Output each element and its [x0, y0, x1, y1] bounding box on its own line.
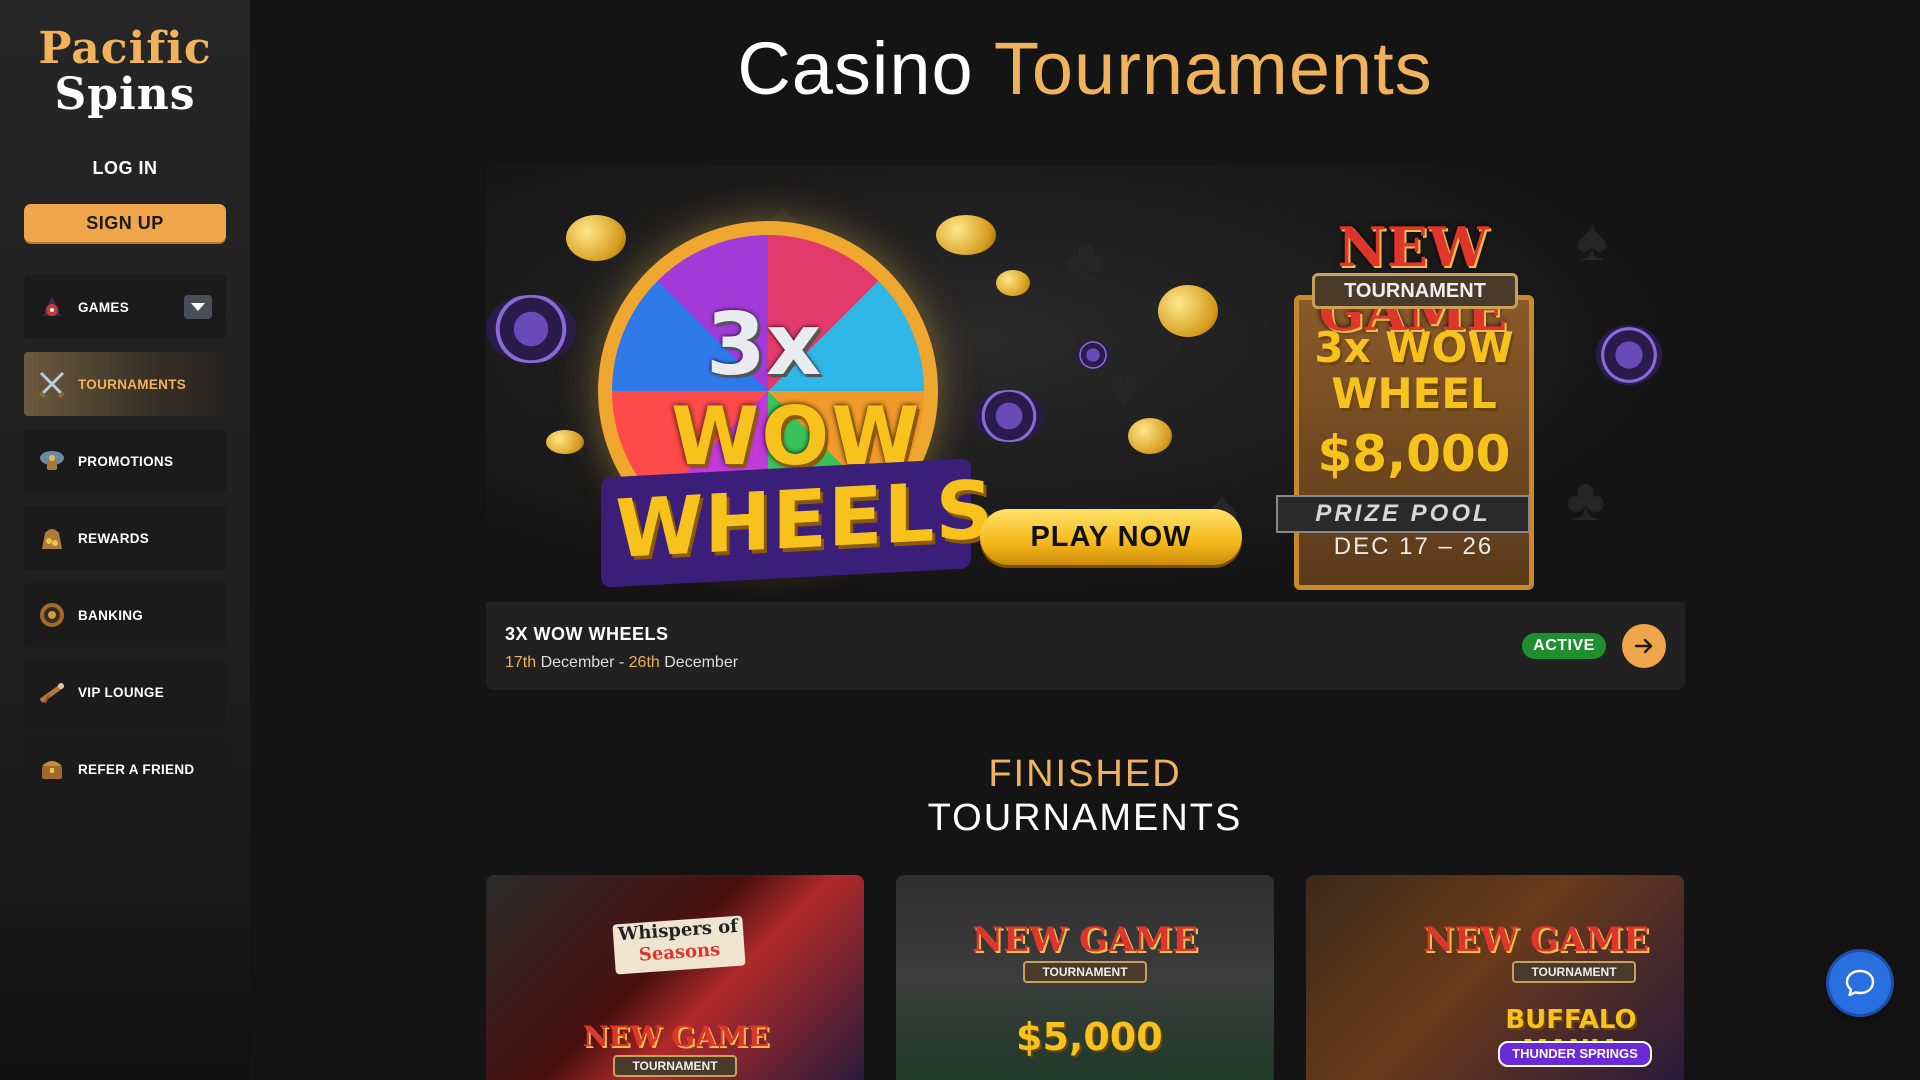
- start-month: December: [540, 654, 615, 671]
- featured-tournament-card[interactable]: ♠ ♣ ♥ ♠ ♣ ♠ 3x WOW WHEELS PLAY NOW NEW G…: [486, 165, 1685, 690]
- finished-tournaments-heading: FINISHED TOURNAMENTS: [250, 752, 1920, 840]
- open-tournament-button[interactable]: [1622, 624, 1666, 668]
- poker-chip-icon: [1076, 341, 1110, 369]
- sidebar-item-vip-lounge[interactable]: VIP LOUNGE: [24, 660, 226, 724]
- chat-bubble-icon: [1845, 969, 1875, 997]
- banner-game-name: 3x WOW WHEEL: [1294, 325, 1534, 417]
- play-now-button[interactable]: PLAY NOW: [980, 509, 1242, 565]
- banner-wheel-wheels: WHEELS: [615, 463, 995, 576]
- date-separator: -: [618, 654, 625, 671]
- spyglass-icon: [36, 676, 68, 708]
- login-link[interactable]: LOG IN: [0, 158, 250, 179]
- brand-logo-line1: Pacific: [38, 23, 212, 74]
- card-game-logo: Whispers of Seasons: [612, 915, 746, 975]
- sidebar-item-banking[interactable]: BANKING: [24, 583, 226, 647]
- signup-button[interactable]: SIGN UP: [24, 204, 226, 242]
- banner-tournament-label: TOURNAMENT: [1312, 273, 1518, 309]
- card-tournament-label: TOURNAMENT: [1023, 961, 1147, 983]
- status-badge: ACTIVE: [1522, 633, 1606, 659]
- card-tournament-label: TOURNAMENT: [1512, 961, 1636, 983]
- banner-game-line1: 3x WOW: [1314, 323, 1514, 372]
- page-title-accent: Tournaments: [993, 27, 1433, 110]
- banner-game-line2: WHEEL: [1331, 369, 1497, 418]
- treasure-map-icon: [36, 445, 68, 477]
- poker-chip-icon: [974, 390, 1044, 442]
- card-new-game-badge: NEW GAME: [1423, 920, 1649, 960]
- poker-chip-icon: [486, 295, 576, 363]
- sidebar-item-promotions[interactable]: PROMOTIONS: [24, 429, 226, 493]
- card-prize-amount: $5,000: [1016, 1015, 1163, 1059]
- gold-coin-icon: [546, 430, 584, 454]
- sidebar-item-label: REFER A FRIEND: [78, 761, 195, 777]
- sidebar-item-games[interactable]: GAMES: [24, 275, 226, 339]
- games-icon: [36, 291, 68, 323]
- gold-coin-icon: [996, 270, 1030, 296]
- live-chat-button[interactable]: [1829, 952, 1891, 1014]
- poker-chip-icon: [1596, 325, 1662, 385]
- finished-tournament-card[interactable]: NEW GAME TOURNAMENT $5,000: [896, 875, 1274, 1080]
- page-title-main: Casino: [737, 27, 974, 110]
- gold-coin-icon: [1158, 285, 1218, 337]
- treasure-chest-icon: [36, 753, 68, 785]
- finished-tournament-card[interactable]: Whispers of Seasons NEW GAME TOURNAMENT: [486, 875, 864, 1080]
- sidebar-item-label: PROMOTIONS: [78, 453, 174, 469]
- gold-coin-icon: [566, 215, 626, 261]
- sidebar: Pacific Spins LOG IN SIGN UP GAMES TOURN…: [0, 0, 250, 1080]
- sidebar-item-label: BANKING: [78, 607, 144, 623]
- crossed-swords-icon: [36, 368, 68, 400]
- club-suit-icon: ♣: [1566, 466, 1606, 533]
- brand-logo-line2: Spins: [54, 69, 196, 120]
- start-day: 17th: [505, 654, 537, 671]
- finished-heading-line1: FINISHED: [988, 753, 1182, 795]
- tournament-dates: 17th December - 26th December: [505, 654, 738, 672]
- card-new-game-badge: NEW GAME: [582, 1020, 770, 1053]
- gold-coin-icon: [1128, 418, 1172, 454]
- banner-wheel-3x: 3x: [706, 295, 822, 395]
- sidebar-item-label: REWARDS: [78, 530, 150, 546]
- gold-coin-icon: [936, 215, 996, 255]
- sidebar-item-label: VIP LOUNGE: [78, 684, 165, 700]
- page-title: Casino Tournaments: [250, 26, 1920, 111]
- games-dropdown-toggle[interactable]: [184, 295, 212, 319]
- end-day: 26th: [628, 654, 660, 671]
- sidebar-item-refer-a-friend[interactable]: REFER A FRIEND: [24, 737, 226, 801]
- sidebar-item-label: TOURNAMENTS: [78, 376, 187, 392]
- heart-suit-icon: ♥: [1106, 356, 1142, 423]
- featured-tournament-info: 3X WOW WHEELS 17th December - 26th Decem…: [486, 602, 1685, 690]
- card-game-subtitle: THUNDER SPRINGS: [1498, 1041, 1652, 1067]
- chevron-down-icon: [191, 303, 205, 311]
- finished-heading-line2: TOURNAMENTS: [927, 797, 1243, 839]
- banner-prize-pool-label: PRIZE POOL: [1276, 495, 1530, 533]
- banner-prize-amount: $8,000: [1317, 425, 1511, 483]
- sidebar-item-tournaments[interactable]: TOURNAMENTS: [24, 352, 226, 416]
- club-suit-icon: ♣: [1066, 226, 1106, 293]
- treasure-bag-icon: [36, 522, 68, 554]
- end-month: December: [664, 654, 739, 671]
- finished-tournament-card[interactable]: NEW GAME TOURNAMENT BUFFALO MANIA THUNDE…: [1306, 875, 1684, 1080]
- sidebar-item-label: GAMES: [78, 299, 130, 315]
- sidebar-item-rewards[interactable]: REWARDS: [24, 506, 226, 570]
- brand-logo[interactable]: Pacific Spins: [0, 26, 250, 118]
- card-new-game-badge: NEW GAME: [972, 920, 1198, 960]
- card-tournament-label: TOURNAMENT: [613, 1055, 737, 1077]
- banner-dates: DEC 17 – 26: [1333, 533, 1494, 560]
- banner-wheel-wheels-plate: WHEELS: [601, 458, 994, 588]
- tournament-name: 3X WOW WHEELS: [505, 624, 669, 644]
- coin-icon: [36, 599, 68, 631]
- arrow-right-icon: [1634, 638, 1653, 654]
- featured-tournament-banner[interactable]: ♠ ♣ ♥ ♠ ♣ ♠ 3x WOW WHEELS PLAY NOW NEW G…: [486, 165, 1685, 602]
